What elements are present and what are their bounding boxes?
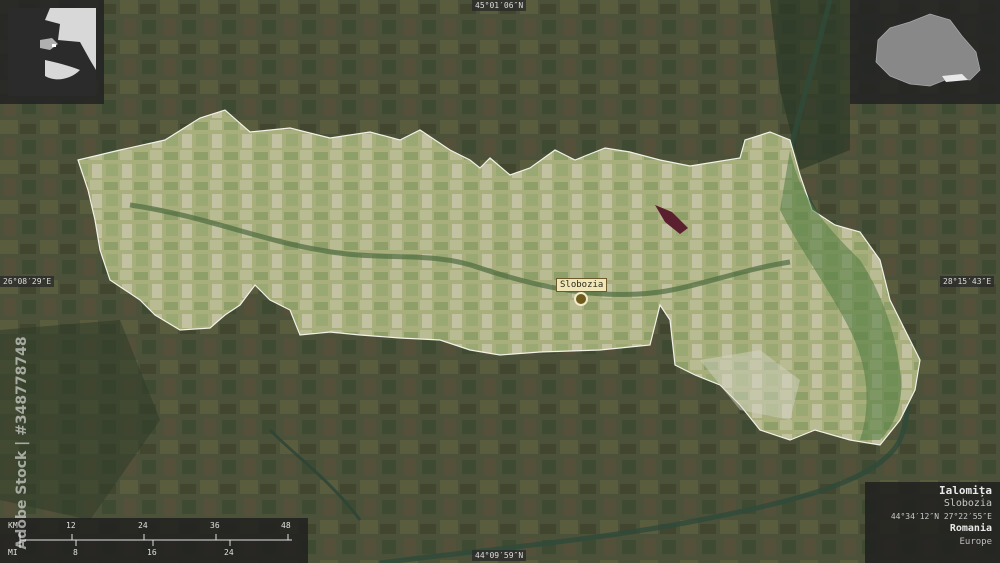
city-marker-icon — [574, 292, 588, 306]
scale-mi-tick: 8 — [73, 548, 78, 557]
scale-bar: KM 12 24 36 48 MI 8 16 24 — [0, 518, 308, 563]
europe-inset — [8, 8, 96, 96]
locator-map-romania — [850, 0, 1000, 104]
scale-mi-tick: 16 — [147, 548, 157, 557]
scale-km-tick: 24 — [138, 521, 148, 530]
scale-km-tick: 36 — [210, 521, 220, 530]
satellite-map: 45°01′06″N 44°09′59″N 26°08′29″E 28°15′4… — [0, 0, 1000, 563]
coord-right: 28°15′43″E — [940, 276, 995, 287]
city-label: Slobozia — [556, 278, 608, 292]
watermark: Adobe Stock | #348778748 — [8, 325, 36, 560]
coord-top: 45°01′06″N — [472, 0, 527, 11]
country-name: Romania — [949, 523, 992, 534]
coord-bottom: 44°09′59″N — [472, 550, 527, 561]
coord-left: 26°08′29″E — [0, 276, 55, 287]
locator-map-europe — [0, 0, 104, 104]
scale-mi-tick: 24 — [224, 548, 234, 557]
region-name: Ialomița — [939, 484, 992, 497]
capital-name: Slobozia — [943, 498, 992, 509]
scale-km-tick: 12 — [66, 521, 76, 530]
continent-name: Europe — [959, 537, 992, 547]
romania-inset — [875, 13, 981, 87]
watermark-text: Adobe Stock | #348778748 — [14, 335, 30, 550]
capital-coordinates: 44°34′12″N 27°22′55″E — [890, 512, 992, 521]
info-box: Ialomița Slobozia 44°34′12″N 27°22′55″E … — [865, 482, 1000, 563]
scale-km-tick: 48 — [281, 521, 291, 530]
